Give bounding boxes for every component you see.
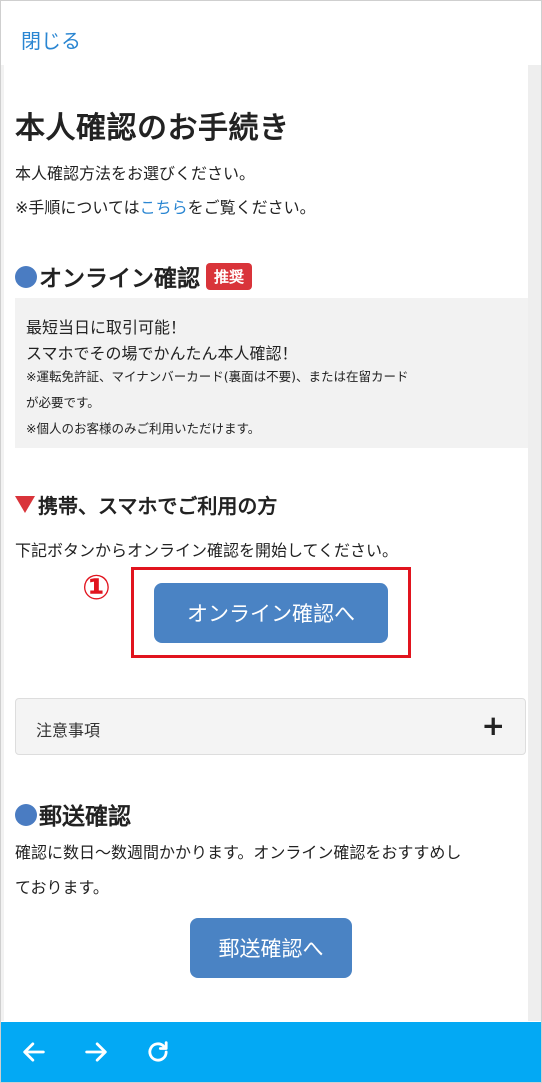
- postal-section-heading: 郵送確認: [15, 797, 131, 831]
- intro-note-prefix: ※手順については: [15, 198, 140, 217]
- forward-arrow-icon[interactable]: [82, 1038, 110, 1066]
- online-verification-button[interactable]: オンライン確認へ: [154, 583, 388, 643]
- close-link[interactable]: 閉じる: [21, 25, 81, 54]
- browser-nav-bar: [1, 1022, 541, 1082]
- online-note: 最短当日に取引可能！: [26, 318, 187, 337]
- triangle-down-icon: [15, 496, 35, 513]
- accordion-label: 注意事項: [36, 721, 101, 740]
- intro-note-suffix: をご覧ください。: [187, 198, 316, 217]
- bullet-dot-icon: [15, 266, 37, 288]
- postal-heading-text: 郵送確認: [39, 804, 131, 830]
- left-gutter: [1, 65, 4, 1021]
- reload-icon[interactable]: [144, 1038, 172, 1066]
- online-note: ※個人のお客様のみご利用いただけます。: [26, 421, 261, 436]
- plus-icon[interactable]: +: [482, 709, 505, 742]
- back-arrow-icon[interactable]: [20, 1038, 48, 1066]
- online-note: スマホでその場でかんたん本人確認！: [26, 344, 298, 363]
- step-marker: ①: [82, 568, 111, 608]
- notes-accordion[interactable]: 注意事項 +: [15, 698, 526, 755]
- postal-description: 確認に数日〜数週間かかります。オンライン確認をおすすめし: [15, 843, 462, 862]
- online-note: ※運転免許証、マイナンバーカード(裏面は不要)、または在留カード: [26, 369, 409, 384]
- right-gutter: [528, 65, 541, 1021]
- online-note: が必要です。: [26, 395, 100, 410]
- page-title: 本人確認のお手続き: [15, 111, 290, 146]
- online-heading-text: オンライン確認: [39, 266, 200, 292]
- online-section-heading: オンライン確認 推奨: [15, 259, 253, 293]
- intro-text: 本人確認方法をお選びください。: [15, 164, 256, 183]
- mobile-heading-text: 携帯、スマホでご利用の方: [38, 494, 278, 518]
- mobile-section-heading: 携帯、スマホでご利用の方: [15, 490, 277, 519]
- top-bar: 閉じる: [1, 1, 541, 65]
- intro-note: ※手順についてはこちらをご覧ください。: [15, 194, 316, 218]
- mobile-description: 下記ボタンからオンライン確認を開始してください。: [15, 541, 399, 560]
- postal-verification-button[interactable]: 郵送確認へ: [190, 918, 352, 978]
- bullet-dot-icon: [15, 804, 37, 826]
- postal-description: ております。: [15, 878, 109, 897]
- procedure-link[interactable]: こちら: [140, 198, 188, 217]
- recommended-badge: 推奨: [206, 263, 253, 290]
